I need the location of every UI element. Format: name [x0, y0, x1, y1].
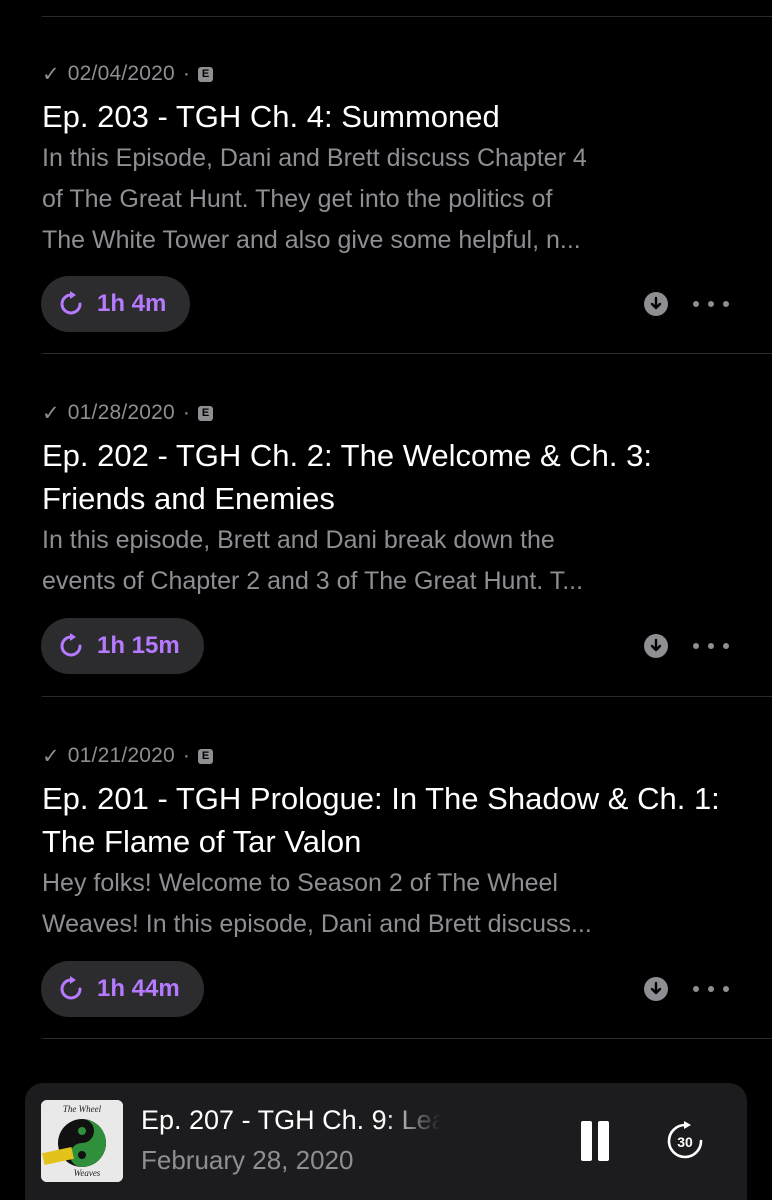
episode-date: 02/04/2020 — [67, 62, 175, 85]
checkmark-icon: ✓ — [42, 62, 60, 86]
explicit-badge-icon: E — [198, 66, 214, 82]
episode-meta: ✓ 01/21/2020 · E — [42, 739, 214, 773]
skip-forward-30-button[interactable]: 30 — [665, 1121, 705, 1161]
explicit-badge-icon: E — [198, 748, 214, 764]
episode-divider — [42, 1038, 772, 1039]
episode-meta: ✓ 02/04/2020 · E — [42, 57, 214, 91]
resume-play-icon — [60, 633, 82, 657]
episode-meta: ✓ 01/28/2020 · E — [42, 396, 214, 430]
episode-item[interactable]: ✓ 01/21/2020 · E Ep. 201 - TGH Prologue:… — [0, 739, 772, 1081]
top-divider — [42, 16, 772, 17]
episode-duration: 1h 44m — [97, 975, 180, 1002]
pause-icon — [581, 1121, 592, 1161]
mini-player[interactable]: The Wheel Weaves Ep. 207 - TGH Ch. 9: Le… — [25, 1083, 747, 1200]
episode-divider — [42, 353, 772, 354]
skip-seconds-label: 30 — [677, 1134, 693, 1150]
episode-date: 01/28/2020 — [67, 401, 175, 424]
download-icon[interactable] — [644, 292, 668, 316]
episode-description: Hey folks! Welcome to Season 2 of The Wh… — [42, 869, 592, 938]
download-icon[interactable] — [644, 634, 668, 658]
download-icon[interactable] — [644, 977, 668, 1001]
resume-play-button[interactable]: 1h 44m — [41, 961, 204, 1017]
more-ellipsis-icon[interactable] — [693, 977, 729, 1001]
resume-play-button[interactable]: 1h 4m — [41, 276, 191, 332]
meta-separator: · — [182, 401, 191, 424]
episode-title[interactable]: Ep. 202 - TGH Ch. 2: The Welcome & Ch. 3… — [42, 434, 744, 520]
svg-text:Weaves: Weaves — [74, 1168, 101, 1178]
pause-button[interactable] — [578, 1121, 612, 1163]
resume-play-icon — [60, 976, 82, 1000]
resume-play-button[interactable]: 1h 15m — [41, 618, 204, 674]
episode-duration: 1h 15m — [97, 632, 180, 659]
meta-separator: · — [182, 62, 191, 85]
episode-duration: 1h 4m — [97, 290, 167, 317]
episode-description: In this episode, Brett and Dani break do… — [42, 526, 584, 595]
episode-title[interactable]: Ep. 203 - TGH Ch. 4: Summoned — [42, 95, 744, 138]
episode-item[interactable]: ✓ 01/28/2020 · E Ep. 202 - TGH Ch. 2: Th… — [0, 396, 772, 738]
explicit-badge-icon: E — [198, 405, 214, 421]
episode-date: 01/21/2020 — [67, 744, 175, 767]
episode-description: In this Episode, Dani and Brett discuss … — [42, 144, 587, 254]
checkmark-icon: ✓ — [42, 401, 60, 425]
skip-forward-30-icon: 30 — [667, 1121, 703, 1159]
more-ellipsis-icon[interactable] — [693, 634, 729, 658]
episode-divider — [42, 696, 772, 697]
more-ellipsis-icon[interactable] — [693, 292, 729, 316]
checkmark-icon: ✓ — [42, 744, 60, 768]
episode-title[interactable]: Ep. 201 - TGH Prologue: In The Shadow & … — [42, 777, 744, 863]
resume-play-icon — [60, 291, 82, 315]
svg-text:The Wheel: The Wheel — [63, 1104, 102, 1114]
podcast-artwork[interactable]: The Wheel Weaves — [41, 1100, 123, 1182]
now-playing-date: February 28, 2020 — [141, 1145, 354, 1175]
episode-item[interactable]: ✓ 02/04/2020 · E Ep. 203 - TGH Ch. 4: Su… — [0, 57, 772, 399]
meta-separator: · — [182, 744, 191, 767]
now-playing-title[interactable]: Ep. 207 - TGH Ch. 9: Leavetaking — [141, 1105, 441, 1136]
